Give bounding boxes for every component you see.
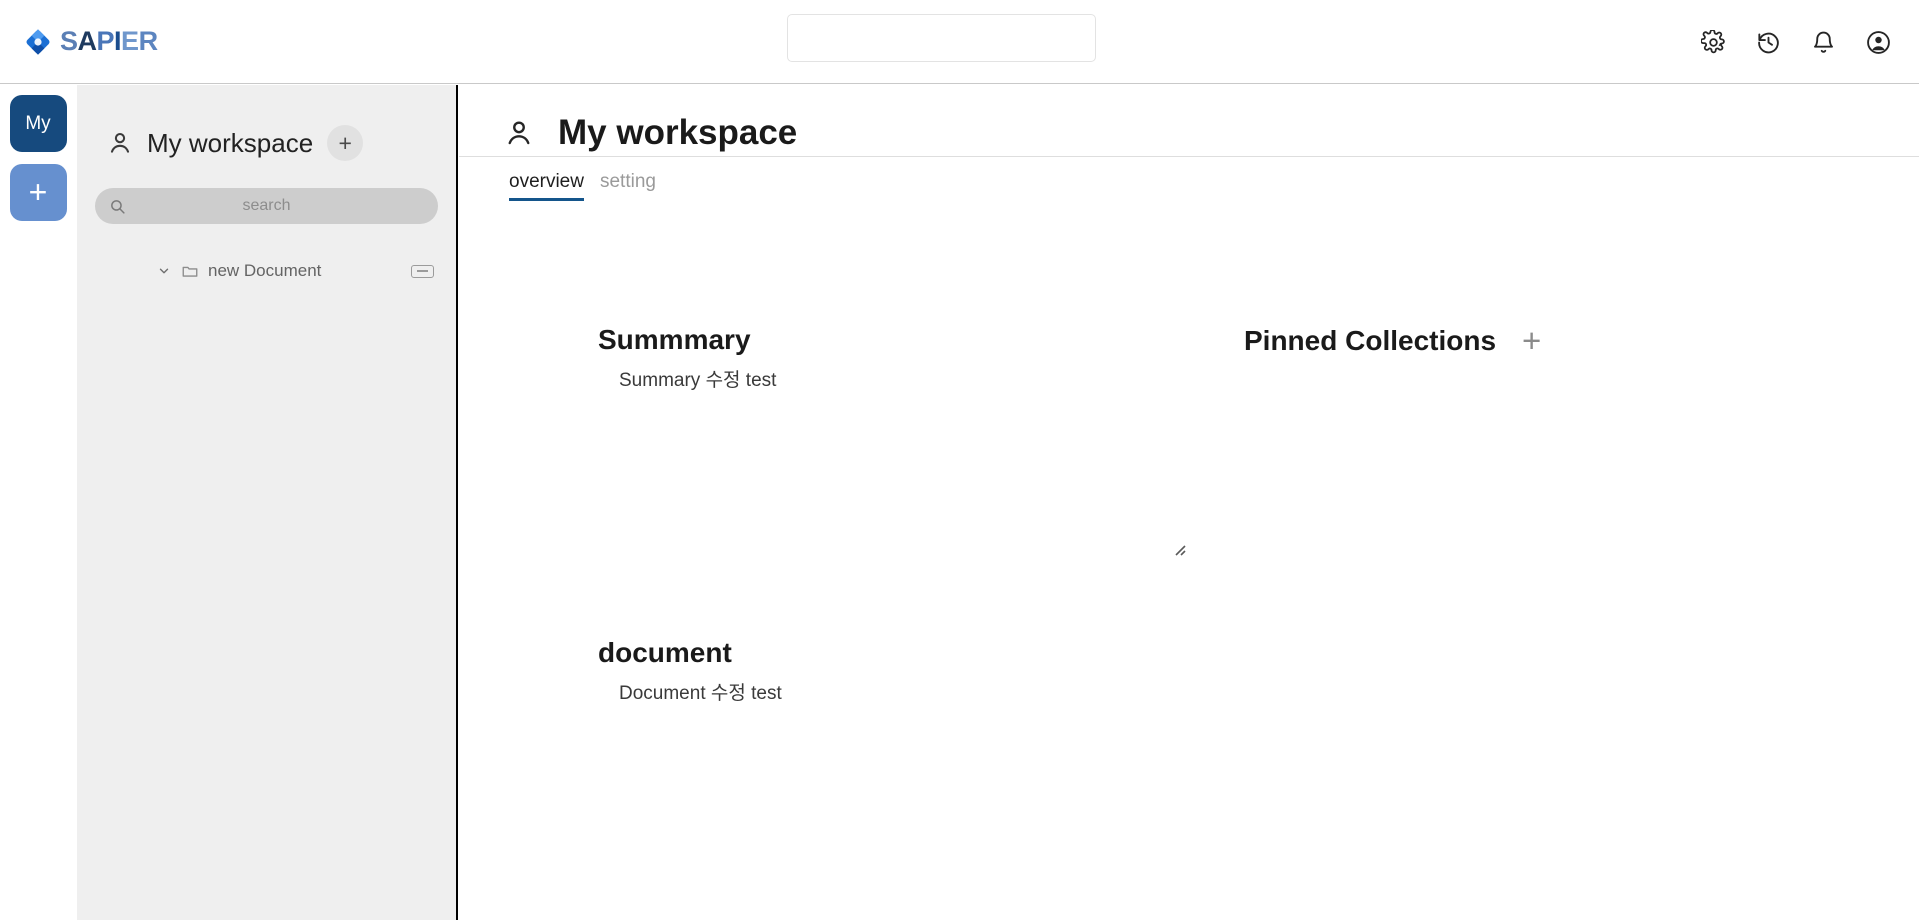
pinned-collections-add-button[interactable]: + [1522,324,1541,357]
tab-overview[interactable]: overview [509,171,584,201]
main-panel: My workspace overview setting Summmary S… [459,85,1919,920]
sidebar-workspace-header[interactable]: My workspace + [77,85,456,161]
top-bar-actions [1701,0,1891,84]
diamond-logo-icon [26,28,50,55]
workspace-rail: My + [0,85,76,920]
document-block: document Document 수정 test [598,637,1128,705]
document-tree: new Document [77,254,456,288]
sidebar-workspace-name: My workspace [147,127,314,158]
rail-add-workspace-button[interactable]: + [9,164,67,221]
brand-letter: A [77,26,98,56]
sidebar-search[interactable] [95,188,438,224]
brand-logo[interactable]: SAPIER [25,28,158,55]
summary-resize-grip[interactable] [1172,542,1186,556]
tree-item-label: new Document [208,261,322,280]
rail-workspace-label: My [25,112,51,134]
sidebar-search-input[interactable] [95,188,438,224]
brand-letter: I [114,26,122,56]
account-icon[interactable] [1866,30,1891,55]
person-icon [508,120,530,144]
tree-item-new-document[interactable]: new Document [77,254,456,288]
summary-title: Summmary [598,324,751,355]
minus-icon [417,270,428,272]
plus-icon: + [28,174,48,210]
sidebar: My workspace + new Document [77,85,458,920]
notifications-icon[interactable] [1811,30,1836,55]
plus-icon: + [1522,322,1542,359]
document-body[interactable]: Document 수정 test [598,678,1128,705]
document-title: document [598,637,732,668]
folder-icon [182,266,198,277]
brand-letter: E [121,26,139,56]
settings-icon[interactable] [1701,29,1726,55]
history-icon[interactable] [1756,30,1781,55]
brand-letter: S [60,26,78,56]
brand-letter: R [138,26,159,56]
tab-setting[interactable]: setting [600,171,656,201]
main-tabs: overview setting [459,157,1919,201]
main-header: My workspace [459,85,1919,157]
pinned-collections-block: Pinned Collections + [1244,324,1664,357]
plus-icon: + [338,129,352,156]
summary-block: Summmary Summary 수정 test [598,324,1186,556]
pinned-collections-header: Pinned Collections + [1244,324,1664,357]
top-bar: SAPIER [0,0,1919,84]
sidebar-add-button[interactable]: + [327,125,364,161]
brand-letter: P [96,26,115,56]
summary-body[interactable]: Summary 수정 test [598,365,1128,392]
tree-item-collapse-button[interactable] [411,264,434,278]
brand-name: SAPIER [60,28,158,55]
rail-workspace-button[interactable]: My [9,95,67,152]
person-icon [110,132,130,153]
page-title: My workspace [558,113,798,152]
global-search-input[interactable] [787,14,1096,62]
chevron-down-icon[interactable] [157,264,171,278]
pinned-collections-title: Pinned Collections [1244,324,1497,356]
